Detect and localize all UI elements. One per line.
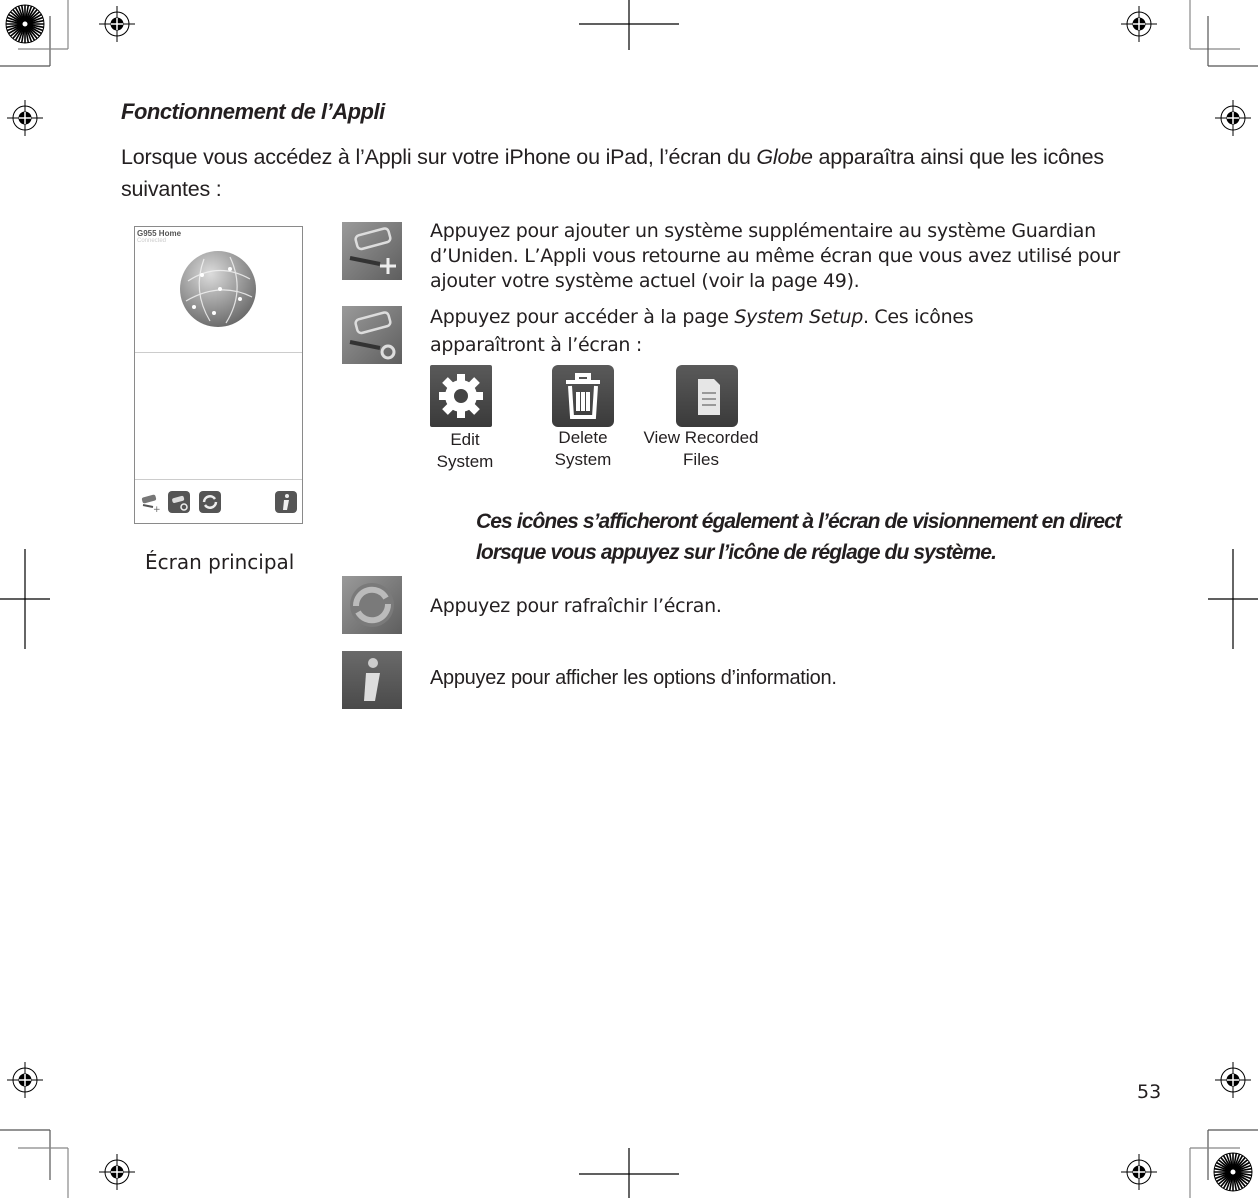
delete-system-label: Delete System [554, 428, 612, 469]
system-setup-emphasis: System Setup [734, 306, 863, 328]
refresh-description: Appuyez pour rafraîchir l’écran. [430, 595, 722, 617]
section-heading: Fonctionnement de l’Appli [121, 99, 385, 124]
registration-mark [1121, 1154, 1157, 1190]
info-description: Appuyez pour afficher les options d’info… [430, 667, 837, 689]
globe-emphasis: Globe [756, 145, 813, 169]
gear-icon [430, 365, 492, 427]
add-camera-icon [342, 222, 402, 280]
document-icon [676, 365, 738, 427]
screen-caption: Écran principal [145, 550, 295, 574]
camera-settings-icon[interactable] [168, 491, 190, 513]
globe-icon[interactable] [180, 251, 256, 327]
registration-mark [99, 1154, 135, 1190]
refresh-icon [342, 576, 402, 634]
system-name: G955 Home [137, 229, 182, 238]
registration-mark [1215, 100, 1251, 136]
star-target-mark [1213, 1152, 1253, 1192]
page-number: 53 [1137, 1081, 1162, 1103]
main-screen-screenshot: G955 Home Connected + [134, 226, 303, 524]
registration-mark [7, 1062, 43, 1098]
add-camera-icon[interactable]: + [139, 491, 161, 515]
view-recorded-files-label: View Recorded Files [643, 428, 759, 469]
system-setup-description: Appuyez pour accéder à la page System Se… [430, 306, 974, 356]
camera-settings-icon [342, 306, 402, 364]
divider [135, 479, 302, 480]
trash-icon [552, 365, 614, 427]
registration-mark [7, 100, 43, 136]
refresh-icon[interactable] [199, 491, 221, 513]
registration-mark [1215, 1062, 1251, 1098]
divider [135, 352, 302, 353]
note-text: Ces icônes s’afficheront également à l’é… [476, 510, 1122, 564]
add-system-description: Appuyez pour ajouter un système suppléme… [430, 220, 1120, 292]
info-icon [342, 651, 402, 709]
registration-mark [99, 6, 135, 42]
intro-paragraph: Lorsque vous accédez à l’Appli sur votre… [121, 145, 1104, 201]
info-icon[interactable] [275, 491, 297, 513]
edit-system-label: Edit System [436, 430, 494, 471]
connection-status: Connected [137, 238, 167, 244]
svg-text:+: + [153, 505, 161, 513]
registration-mark [1121, 6, 1157, 42]
star-target-mark [5, 4, 45, 44]
